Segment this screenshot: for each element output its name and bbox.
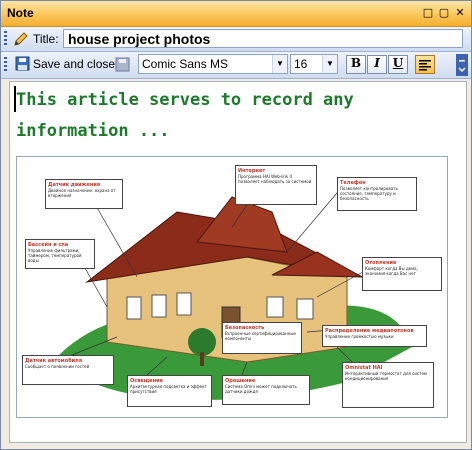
pencil-icon (14, 32, 28, 46)
font-size-select[interactable]: 16 ▼ (290, 54, 338, 74)
callout-body: Управление фильтрами, таймером, температ… (28, 248, 82, 263)
callout-car-sensor: Датчик автомобиля Сообщает о появлении г… (22, 355, 114, 385)
note-window: Note □ ▢ ✕ Title: house project photos S… (0, 0, 472, 450)
callout-lighting: Освещение Архитектурная подсветка и эффе… (127, 375, 212, 407)
callout-phone: Телефон Позволяет контролировать состоян… (337, 177, 417, 211)
toolbar-grip[interactable] (4, 31, 7, 47)
title-label: Title: (33, 32, 59, 46)
smart-home-illustration: Интернет Программа HAI Web-link II позво… (16, 156, 448, 418)
save-icon[interactable] (115, 57, 130, 72)
font-size-value: 16 (294, 57, 308, 71)
title-bar[interactable]: Note □ ▢ ✕ (1, 1, 471, 27)
bold-button[interactable]: B (346, 55, 366, 74)
callout-security: Безопасность Встроенные сертифицированны… (222, 322, 302, 354)
callout-body: Система Omni может подключать датчики до… (225, 384, 297, 394)
callout-body: Позволяет контролировать состояние, темп… (340, 186, 398, 201)
italic-button[interactable]: I (367, 55, 387, 74)
callout-body: Сообщает о появлении гостей (25, 364, 90, 369)
callout-body: Комфорт когда Вы дома, экономия когда Ва… (365, 266, 418, 276)
dock-icon[interactable]: ▢ (437, 5, 451, 20)
toolbar-grip[interactable] (4, 57, 7, 73)
callout-body: Двойное назначение: охрана от вторжения (48, 188, 116, 198)
align-left-button[interactable] (415, 55, 435, 74)
chevron-down-icon[interactable]: ▼ (322, 55, 337, 73)
underline-label: U (392, 56, 404, 70)
callout-body: Управление громкостью музыки (325, 334, 394, 339)
font-family-select[interactable]: Comic Sans MS ▼ (138, 54, 288, 74)
note-text[interactable]: This article serves to record any inform… (16, 85, 456, 147)
chevron-down-icon[interactable]: ▼ (272, 55, 287, 73)
align-left-icon (419, 60, 431, 71)
format-toolbar: Save and close Comic Sans MS ▼ 16 ▼ B I … (1, 52, 471, 79)
pin-icon[interactable]: □ (421, 5, 435, 20)
close-icon[interactable]: ✕ (453, 5, 467, 20)
italic-label: I (374, 56, 380, 70)
callout-motion-sensor: Датчик движения Двойное назначение: охра… (45, 179, 123, 209)
bold-label: B (350, 56, 362, 70)
title-toolbar: Title: house project photos (1, 27, 471, 52)
window-title: Note (7, 6, 34, 20)
callout-media: Распределение медиапотоков Управление гр… (322, 325, 427, 347)
callout-thermostat: Omnistat HAI Интерактивный термостат для… (342, 362, 434, 408)
underline-button[interactable]: U (388, 55, 408, 74)
callout-body: Программа HAI Web-link II позволяет набл… (238, 174, 312, 184)
callout-body: Интерактивный термостат для систем конди… (345, 371, 427, 381)
font-family-value: Comic Sans MS (142, 57, 229, 71)
note-editor[interactable]: This article serves to record any inform… (9, 81, 467, 443)
save-and-close-button[interactable]: Save and close (13, 54, 121, 74)
callout-heating: Отопление Комфорт когда Вы дома, экономи… (362, 257, 442, 291)
floppy-disk-icon (15, 56, 30, 71)
save-and-close-label: Save and close (33, 57, 116, 71)
title-input[interactable]: house project photos (63, 29, 463, 48)
callout-pool: Бассейн и спа Управление фильтрами, тайм… (25, 239, 95, 269)
toolbar-overflow-icon[interactable] (456, 54, 468, 76)
callout-body: Встроенные сертифицированные компоненты (225, 331, 296, 341)
callout-internet: Интернет Программа HAI Web-link II позво… (235, 165, 317, 205)
callout-body: Архитектурная подсветка и эффект присутс… (130, 384, 207, 394)
callout-irrigation: Орошение Система Omni может подключать д… (222, 375, 310, 405)
